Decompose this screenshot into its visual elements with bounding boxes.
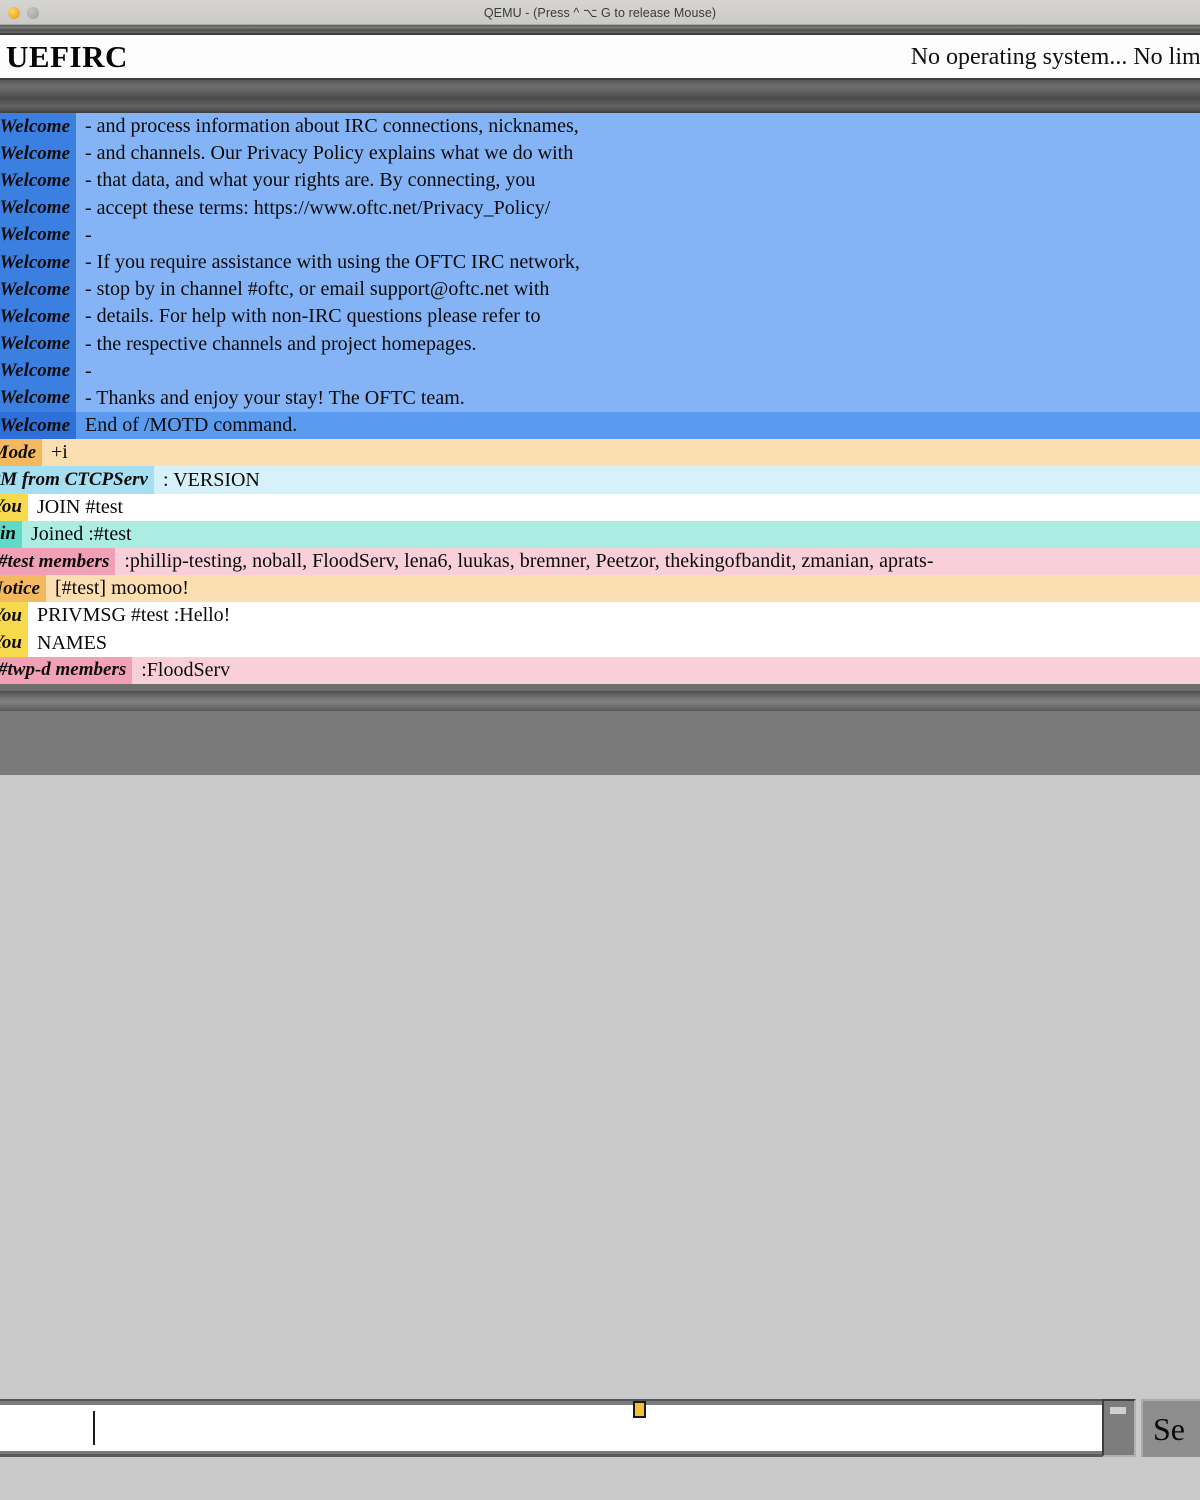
message-text: [#test] moomoo! bbox=[46, 575, 1200, 603]
message-badge: #twp-d members bbox=[0, 656, 133, 684]
message-text: :FloodServ bbox=[132, 656, 1200, 684]
message-row[interactable]: Welcome - and process information about I… bbox=[0, 113, 1200, 141]
message-badge: #test members bbox=[0, 548, 116, 576]
scrollbar-thumb[interactable] bbox=[1110, 1407, 1126, 1414]
message-badge: Welcome bbox=[0, 384, 76, 413]
amber-window-dot-icon[interactable] bbox=[8, 6, 20, 19]
message-row[interactable]: JoinJoined :#test bbox=[0, 520, 1200, 548]
message-row[interactable]: Welcome - If you require assistance with … bbox=[0, 248, 1200, 277]
header-tagline: No operating system... No limit bbox=[910, 43, 1200, 70]
message-badge: Welcome bbox=[0, 194, 76, 222]
message-text: : VERSION bbox=[154, 466, 1200, 494]
message-row[interactable]: #twp-d members:FloodServ bbox=[0, 656, 1200, 684]
message-row[interactable]: Welcome - and channels. Our Privacy Polic… bbox=[0, 140, 1200, 168]
message-badge: PM from CTCPServ bbox=[0, 466, 154, 494]
message-badge: Welcome bbox=[0, 303, 76, 331]
message-badge: Notice bbox=[0, 575, 46, 603]
message-badge: Welcome bbox=[0, 248, 76, 277]
send-button[interactable]: Se bbox=[1141, 1399, 1200, 1457]
message-text: - the respective channels and project ho… bbox=[76, 330, 1200, 358]
message-row[interactable]: Mode+i bbox=[0, 439, 1200, 467]
message-text: - Thanks and enjoy your stay! The OFTC t… bbox=[76, 384, 1200, 413]
message-row[interactable]: Welcome - bbox=[0, 357, 1200, 385]
message-text: - bbox=[76, 221, 1200, 249]
text-caret-icon bbox=[93, 1411, 95, 1445]
message-text: +i bbox=[42, 439, 1200, 467]
message-text: - If you require assistance with using t… bbox=[76, 248, 1200, 277]
message-row[interactable]: Welcome - details. For help with non-IRC … bbox=[0, 303, 1200, 331]
message-text: PRIVMSG #test :Hello! bbox=[28, 602, 1200, 630]
message-badge: Welcome bbox=[0, 113, 76, 141]
message-badge: Welcome bbox=[0, 140, 76, 168]
message-row[interactable]: You NAMES bbox=[0, 629, 1200, 657]
message-text: - and channels. Our Privacy Policy expla… bbox=[76, 140, 1200, 168]
message-row[interactable]: YouJOIN #test bbox=[0, 493, 1200, 521]
message-text: - details. For help with non-IRC questio… bbox=[76, 303, 1200, 331]
message-text: Joined :#test bbox=[22, 520, 1200, 548]
qemu-screen: UEFIRC No operating system... No limit W… bbox=[0, 25, 1200, 1457]
message-row[interactable]: Welcome - Thanks and enjoy your stay! The… bbox=[0, 384, 1200, 413]
message-input[interactable] bbox=[0, 1405, 1122, 1451]
message-badge: Mode bbox=[0, 439, 42, 467]
message-row[interactable]: Welcome - accept these terms: https://www… bbox=[0, 194, 1200, 222]
message-row[interactable]: Welcome - stop by in channel #oftc, or em… bbox=[0, 276, 1200, 304]
chrome-top-bezel bbox=[0, 25, 1200, 33]
gray-window-dot-icon[interactable] bbox=[27, 6, 39, 19]
message-badge: You bbox=[0, 493, 28, 521]
message-row[interactable]: YouPRIVMSG #test :Hello! bbox=[0, 602, 1200, 630]
message-badge: Welcome bbox=[0, 330, 76, 358]
message-row[interactable]: Welcome End of /MOTD command. bbox=[0, 412, 1200, 440]
window-controls[interactable] bbox=[8, 0, 39, 25]
message-list[interactable]: Welcome - and process information about I… bbox=[0, 113, 1200, 691]
message-text: - bbox=[76, 357, 1200, 385]
message-text: JOIN #test bbox=[28, 493, 1200, 521]
message-row[interactable]: Welcome - bbox=[0, 221, 1200, 249]
window-title: QEMU - (Press ^ ⌥ G to release Mouse) bbox=[483, 5, 717, 20]
message-badge: You bbox=[0, 602, 28, 630]
message-badge: Welcome bbox=[0, 276, 76, 304]
message-badge: Welcome bbox=[0, 412, 76, 440]
page-title: UEFIRC bbox=[6, 39, 128, 74]
mouse-cursor-icon bbox=[633, 1401, 646, 1418]
message-text: :phillip-testing, noball, FloodServ, len… bbox=[115, 548, 1200, 576]
message-text: - that data, and what your rights are. B… bbox=[76, 167, 1200, 195]
qemu-titlebar: QEMU - (Press ^ ⌥ G to release Mouse) bbox=[0, 0, 1200, 25]
message-row[interactable]: Notice[#test] moomoo! bbox=[0, 575, 1200, 603]
message-text: End of /MOTD command. bbox=[76, 412, 1200, 440]
app-header: UEFIRC No operating system... No limit bbox=[0, 33, 1200, 80]
composer-bar: Se bbox=[0, 711, 1200, 1457]
message-badge: Welcome bbox=[0, 221, 76, 249]
message-row[interactable]: #test members:phillip-testing, noball, F… bbox=[0, 548, 1200, 576]
message-row[interactable]: Welcome - that data, and what your rights… bbox=[0, 167, 1200, 195]
chrome-mid-bezel bbox=[0, 80, 1200, 113]
message-row[interactable]: Welcome - the respective channels and pro… bbox=[0, 330, 1200, 358]
message-row[interactable]: PM from CTCPServ: VERSION bbox=[0, 466, 1200, 494]
message-badge: You bbox=[0, 629, 28, 657]
chrome-bottom-bezel bbox=[0, 691, 1200, 711]
message-text: - accept these terms: https://www.oftc.n… bbox=[76, 194, 1200, 222]
message-badge: Join bbox=[0, 520, 22, 548]
message-text: NAMES bbox=[28, 629, 1200, 657]
message-text: - and process information about IRC conn… bbox=[76, 113, 1200, 141]
message-badge: Welcome bbox=[0, 167, 76, 195]
message-badge: Welcome bbox=[0, 357, 76, 385]
message-text: - stop by in channel #oftc, or email sup… bbox=[76, 276, 1200, 304]
